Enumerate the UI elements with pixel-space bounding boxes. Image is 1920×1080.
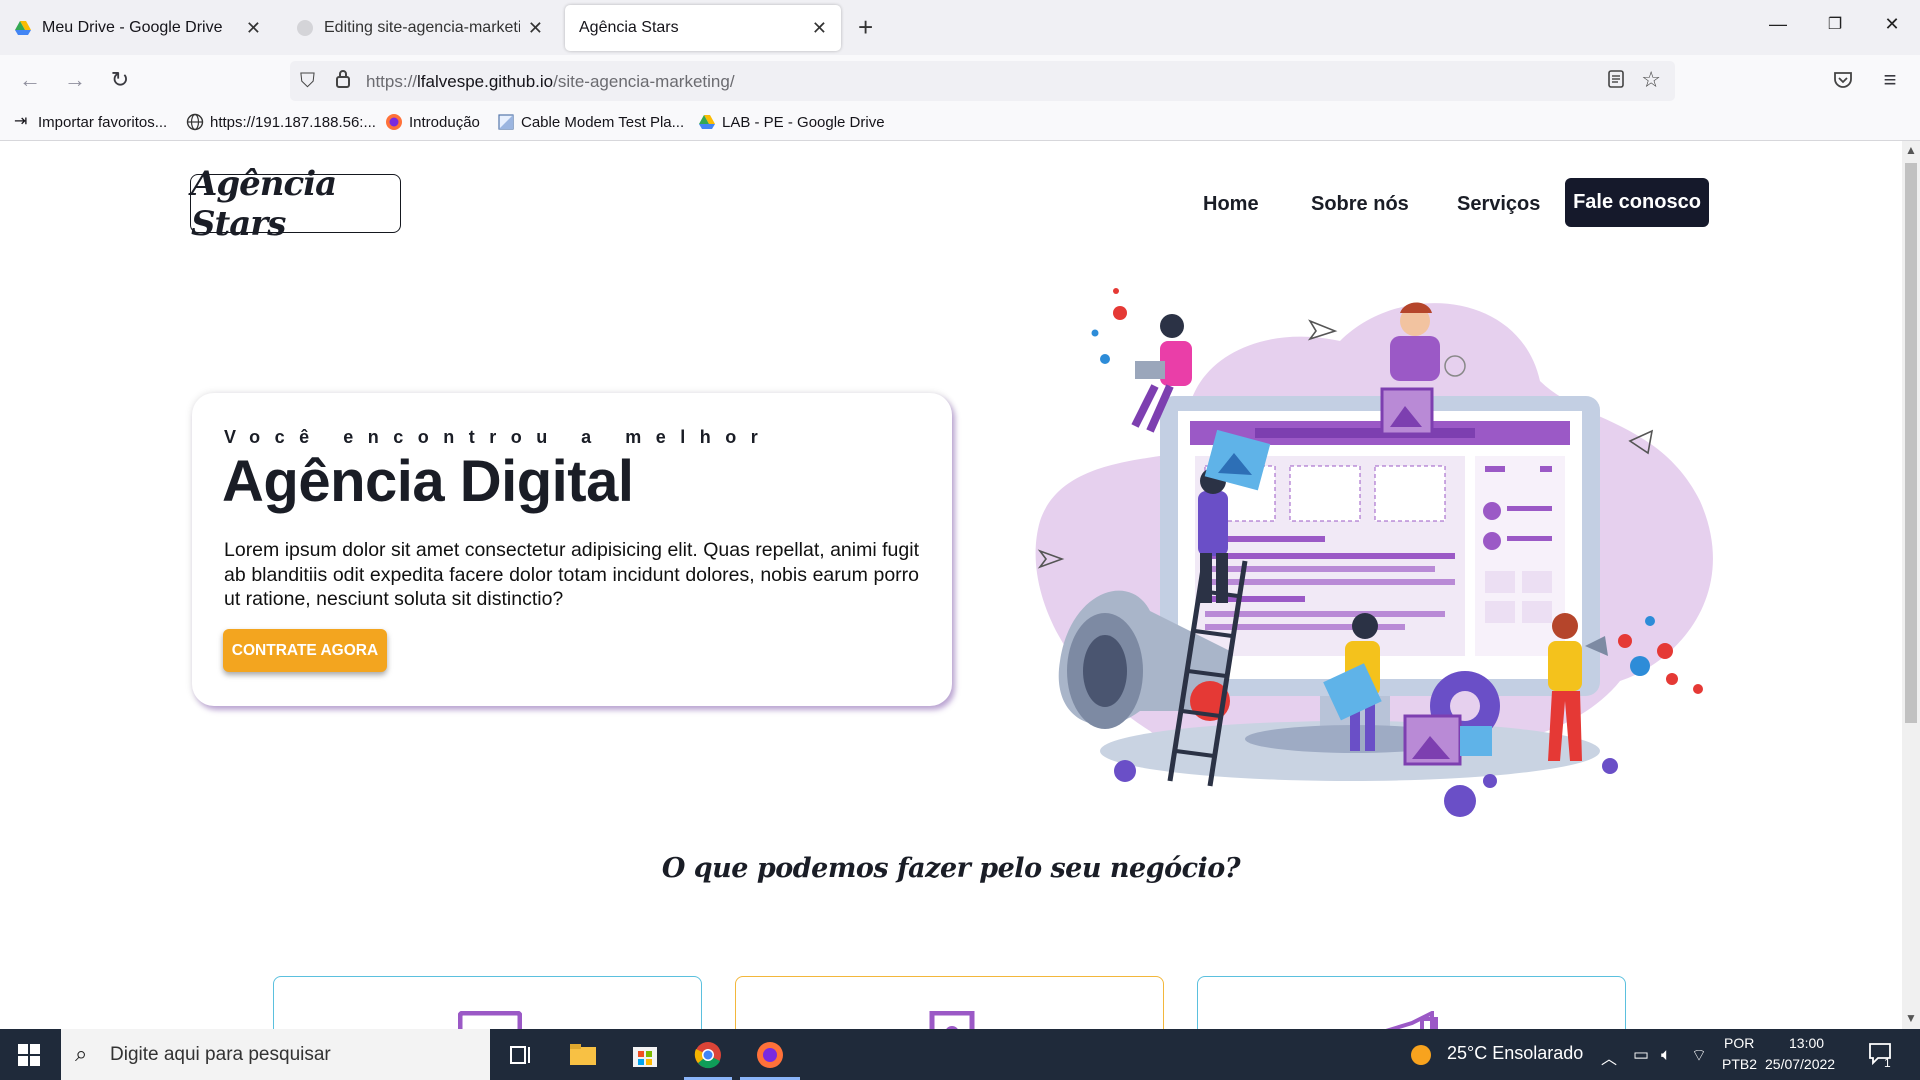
service-card-1[interactable] — [273, 976, 702, 1029]
notification-count: 1 — [1884, 1056, 1891, 1070]
show-hidden-icons[interactable]: ︿ — [1601, 1045, 1617, 1069]
back-icon[interactable]: ← — [16, 67, 44, 93]
windows-taskbar: ⌕ Digite aqui para pesquisar 25°C Ensola… — [0, 1029, 1920, 1080]
firefox-icon — [386, 114, 402, 130]
reload-icon[interactable]: ↻ — [106, 67, 134, 93]
tab-agencia-stars[interactable]: Agência Stars ✕ — [565, 5, 841, 51]
search-placeholder: Digite aqui para pesquisar — [110, 1044, 331, 1065]
close-tab-icon[interactable]: ✕ — [246, 18, 261, 39]
browser-nav-bar: ← → ↻ ⛉ https://lfalvespe.github.io/site… — [0, 55, 1920, 105]
bookmark-ip[interactable]: https://191.187.188.56:... — [186, 113, 376, 131]
weather-text[interactable]: 25°C Ensolarado — [1447, 1043, 1583, 1064]
tab-google-drive[interactable]: Meu Drive - Google Drive ✕ — [0, 5, 275, 51]
site-logo[interactable]: Agência Stars — [190, 164, 401, 244]
chrome-icon[interactable] — [692, 1039, 724, 1071]
hero-kicker: Você encontrou a melhor — [224, 427, 773, 447]
task-view-icon[interactable] — [505, 1039, 537, 1071]
file-explorer-icon[interactable] — [567, 1039, 599, 1071]
close-tab-icon[interactable]: ✕ — [528, 18, 543, 39]
url-path: /site-agencia-marketing/ — [553, 72, 735, 91]
tab-title: Meu Drive - Google Drive — [42, 19, 223, 36]
hero-text: Lorem ipsum dolor sit amet consectetur a… — [224, 539, 919, 610]
pocket-icon[interactable] — [1832, 69, 1854, 91]
new-tab-button[interactable]: + — [858, 12, 873, 42]
url-host: lfalvespe.github.io — [417, 72, 554, 91]
bookmark-introducao[interactable]: Introdução — [385, 113, 480, 131]
close-tab-icon[interactable]: ✕ — [812, 18, 827, 39]
clock-date[interactable]: 25/07/2022 — [1765, 1056, 1835, 1072]
hire-now-button[interactable]: CONTRATE AGORA — [223, 629, 387, 672]
web-page: Agência Stars Home Sobre nós Serviços Fa… — [0, 141, 1902, 1029]
minimize-icon[interactable]: — — [1764, 14, 1792, 35]
nav-services[interactable]: Serviços — [1457, 193, 1540, 216]
microsoft-store-icon[interactable] — [629, 1039, 661, 1071]
scroll-down-icon[interactable]: ▼ — [1905, 1011, 1917, 1025]
browser-tab-bar: Meu Drive - Google Drive ✕ Editing site-… — [0, 0, 1920, 55]
service-card-2[interactable] — [735, 976, 1164, 1029]
volume-icon[interactable]: 🔈︎ — [1661, 1045, 1671, 1065]
bookmarks-bar: ⇥ Importar favoritos... https://191.187.… — [0, 105, 1920, 141]
bookmark-label: https://191.187.188.56:... — [210, 113, 376, 131]
github-icon — [297, 20, 313, 36]
wifi-icon[interactable]: ⌔ — [1691, 1045, 1707, 1066]
page-scrollbar[interactable]: ▲ ▼ — [1902, 141, 1920, 1029]
scrollbar-thumb[interactable] — [1905, 163, 1917, 723]
import-icon: ⇥ — [14, 113, 28, 130]
tab-github-editing[interactable]: Editing site-agencia-marketing/ ✕ — [282, 5, 557, 51]
globe-icon — [186, 113, 204, 131]
google-drive-icon — [699, 115, 715, 129]
palette-icon — [929, 1011, 975, 1029]
windows-start-icon[interactable] — [18, 1044, 40, 1066]
page-icon — [498, 114, 514, 130]
weather-sun-icon — [1411, 1045, 1431, 1065]
nav-home[interactable]: Home — [1203, 193, 1259, 216]
firefox-icon[interactable] — [754, 1039, 786, 1071]
search-icon: ⌕ — [75, 1041, 88, 1066]
language-top[interactable]: POR — [1724, 1035, 1754, 1051]
bookmark-import[interactable]: ⇥ Importar favoritos... — [14, 113, 167, 131]
taskbar-search-box[interactable]: ⌕ Digite aqui para pesquisar — [61, 1029, 490, 1080]
nav-about[interactable]: Sobre nós — [1311, 193, 1409, 216]
monitor-icon — [458, 1011, 522, 1029]
lock-icon[interactable] — [335, 69, 351, 89]
bookmark-label: LAB - PE - Google Drive — [722, 113, 885, 131]
hero-illustration — [1035, 288, 1713, 817]
battery-icon[interactable]: ▭ — [1633, 1045, 1649, 1065]
forward-icon[interactable]: → — [61, 67, 89, 93]
restore-icon[interactable]: ❐ — [1821, 14, 1849, 34]
bookmark-label: Importar favoritos... — [38, 113, 168, 131]
scroll-up-icon[interactable]: ▲ — [1905, 143, 1917, 157]
contact-button[interactable]: Fale conosco — [1565, 178, 1709, 227]
bookmark-lab-drive[interactable]: LAB - PE - Google Drive — [698, 113, 885, 131]
close-window-icon[interactable]: ✕ — [1878, 14, 1906, 35]
url-prefix: https:// — [366, 72, 418, 91]
url-text[interactable]: https://lfalvespe.github.io/site-agencia… — [366, 72, 735, 92]
services-section-title: O que podemos fazer pelo seu negócio? — [661, 853, 1241, 884]
tab-title: Agência Stars — [579, 19, 679, 36]
bookmark-label: Cable Modem Test Pla... — [521, 113, 685, 131]
hero-card: Você encontrou a melhor Agência Digital … — [192, 393, 952, 706]
bookmark-label: Introdução — [409, 113, 480, 131]
service-card-3[interactable] — [1197, 976, 1626, 1029]
shield-icon[interactable]: ⛉ — [300, 70, 315, 93]
bookmark-cable-modem[interactable]: Cable Modem Test Pla... — [497, 113, 684, 131]
clock-time[interactable]: 13:00 — [1789, 1035, 1824, 1051]
menu-hamburger-icon[interactable]: ≡ — [1876, 67, 1904, 93]
reader-view-icon[interactable] — [1607, 69, 1625, 89]
language-bottom[interactable]: PTB2 — [1722, 1056, 1757, 1072]
tab-title: Editing site-agencia-marketing/ — [324, 19, 520, 36]
bookmark-star-icon[interactable]: ☆ — [1641, 67, 1661, 93]
url-bar[interactable]: ⛉ https://lfalvespe.github.io/site-agenc… — [290, 61, 1675, 101]
google-drive-icon — [15, 21, 31, 35]
hero-title: Agência Digital — [222, 449, 634, 514]
megaphone-icon — [1385, 1011, 1438, 1029]
